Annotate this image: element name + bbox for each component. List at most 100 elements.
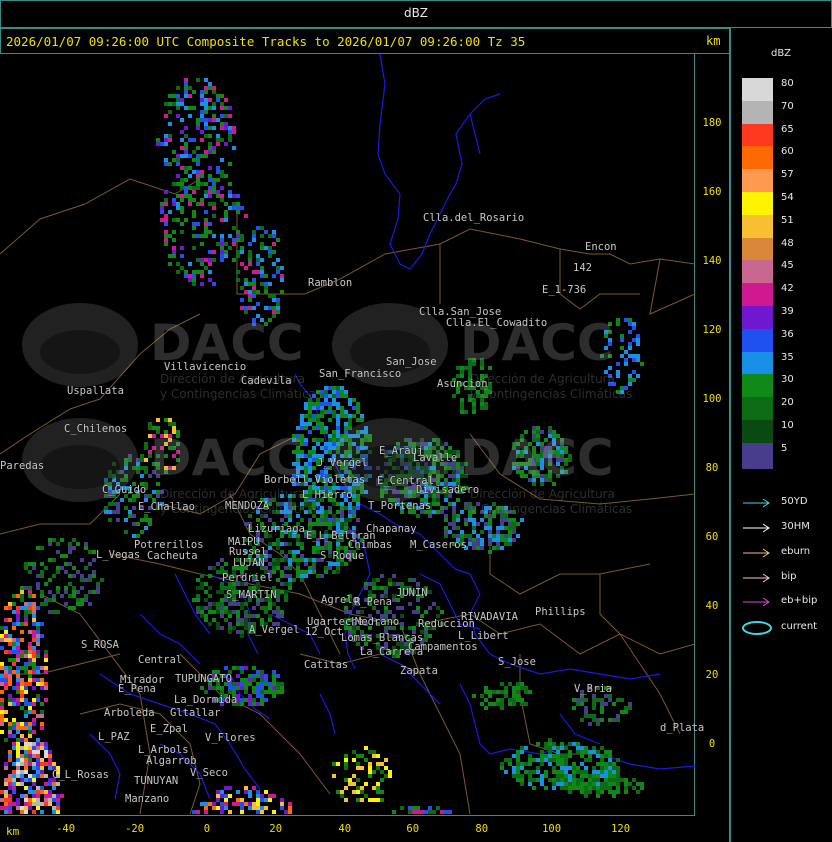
place-label: JUNIN <box>396 587 428 599</box>
place-label: Algarrob <box>146 755 197 767</box>
place-label: Clla.El_Cowadito <box>446 317 548 329</box>
place-label: S_MARTIN <box>226 589 277 601</box>
place-label: Cacheuta <box>147 550 198 562</box>
place-label: Clla.del_Rosario <box>423 212 525 224</box>
x-tick-label: -20 <box>125 823 145 835</box>
current-ellipse-icon <box>742 621 772 635</box>
place-label: C_Guido <box>102 484 147 496</box>
place-label: Lavalle <box>413 452 458 464</box>
track-arrow-icon <box>743 498 770 508</box>
place-label: MENDOZA <box>225 500 270 512</box>
legend-label-30: 30 <box>781 374 794 386</box>
place-label: Lizuriaga <box>248 523 305 535</box>
legend-title: dBZ <box>770 48 792 59</box>
place-label: d_Plata <box>660 722 705 734</box>
y-tick-label: 20 <box>705 669 719 681</box>
place-label: L_PAZ <box>98 731 130 743</box>
place-label: Encon <box>585 241 617 253</box>
legend-label-42: 42 <box>781 283 794 295</box>
legend-label-51: 51 <box>781 214 794 226</box>
place-label: S_Roque <box>320 550 365 562</box>
legend-panel: dBZ 80 70 65 60 57 54 51 48 45 42 39 36 35 30 20 10 5 50… <box>730 28 832 842</box>
y-tick-label: 0 <box>708 738 716 750</box>
place-label: 12_Oct <box>305 626 343 638</box>
legend-label-36: 36 <box>781 328 794 340</box>
x-tick-label: 40 <box>338 823 352 835</box>
x-tick-label: 80 <box>475 823 489 835</box>
place-label: LUJAN <box>233 557 265 569</box>
place-label: S_Jose <box>498 656 536 668</box>
x-tick-label: 0 <box>203 823 211 835</box>
legend-label-5: 5 <box>781 442 788 454</box>
composite-time-header: 2026/01/07 09:26:00 UTC Composite Tracks… <box>6 34 526 49</box>
x-tick-label: 20 <box>269 823 283 835</box>
place-label: R_Pena <box>354 596 392 608</box>
track-arrow-icon <box>743 573 770 583</box>
x-axis-unit: km <box>6 825 20 838</box>
place-label: L_Vegas <box>96 549 141 561</box>
x-tick-label: 60 <box>406 823 420 835</box>
place-label: T_Portenas <box>368 500 432 512</box>
place-label: Zapata <box>400 665 438 677</box>
place-label: 142 <box>573 262 592 274</box>
x-tick-label: -40 <box>56 823 76 835</box>
legend-label-20: 20 <box>781 397 794 409</box>
dacc-watermark-line1: Dirección de Agricultura <box>160 487 305 501</box>
place-label: Reduccion <box>418 618 475 630</box>
place-label: L_Hierro <box>302 489 353 501</box>
place-label: Borbell_Violetas <box>264 474 366 486</box>
place-label: A_Vergel <box>249 624 300 636</box>
place-label: Manzano <box>125 793 170 805</box>
dacc-watermark-line2: y Contingencias Climáticas <box>160 387 323 401</box>
dacc-watermark-line1: Dirección de Agricultura <box>470 372 615 386</box>
place-label: Uspallata <box>67 385 124 397</box>
place-label: Central <box>138 654 183 666</box>
place-label: E_Zpal <box>150 723 188 735</box>
place-label: Ramblon <box>308 277 353 289</box>
y-tick-label: 140 <box>702 255 722 267</box>
legend-label-39: 39 <box>781 306 794 317</box>
legend-swatch-5 <box>742 442 773 469</box>
track-label-50YD: 50YD <box>781 496 808 507</box>
place-label: Campamentos <box>408 641 478 653</box>
place-label: Cadevila <box>241 375 292 387</box>
y-tick-label: 160 <box>702 186 722 198</box>
dacc-watermark-line2: y Contingencias Climáticas <box>470 387 633 401</box>
dacc-watermark-name: DACC <box>460 429 614 487</box>
dacc-watermark-line1: Dirección de Agricultura <box>470 487 615 501</box>
place-label: E_1-736 <box>542 284 587 296</box>
place-label: M_Caseros <box>410 539 467 551</box>
place-label: San_Jose <box>386 356 437 368</box>
x-tick-label: 120 <box>611 823 631 835</box>
place-label: C_L_Rosas <box>52 769 109 781</box>
y-tick-label: 180 <box>702 117 722 129</box>
legend-label-35: 35 <box>781 351 794 363</box>
y-tick-label: 120 <box>702 324 722 336</box>
y-tick-label: 100 <box>702 393 722 405</box>
track-label-eb+bip: eb+bip <box>781 595 818 606</box>
track-arrow-icon <box>743 548 770 558</box>
y-axis-unit: km <box>706 34 721 48</box>
place-label: V_Seco <box>190 767 228 779</box>
place-label: Perdriel <box>222 572 273 584</box>
legend-label-45: 45 <box>781 260 794 272</box>
dacc-logo-icon <box>22 303 138 387</box>
track-label-bip: bip <box>781 571 797 582</box>
legend-label-57: 57 <box>781 169 794 181</box>
place-label: Chapanay <box>366 523 417 535</box>
track-arrow-icon <box>743 523 770 533</box>
track-label-current: current <box>781 621 818 632</box>
legend-label-65: 65 <box>781 123 794 135</box>
place-label: TUPUNGATO <box>175 673 232 685</box>
place-label: Catitas <box>304 659 349 671</box>
place-label: Gltallar <box>170 707 221 719</box>
place-label: V_Flores <box>205 732 256 744</box>
y-tick-label: 80 <box>705 462 719 474</box>
track-label-30HM: 30HM <box>781 521 810 532</box>
legend-label-70: 70 <box>781 100 794 112</box>
place-label: J_Vergel <box>317 457 368 469</box>
window-title: dBZ <box>403 6 429 20</box>
place-label: E_Challao <box>138 501 195 513</box>
place-label: TUNUYAN <box>134 775 179 787</box>
place-label: La_Dormida <box>174 694 238 706</box>
